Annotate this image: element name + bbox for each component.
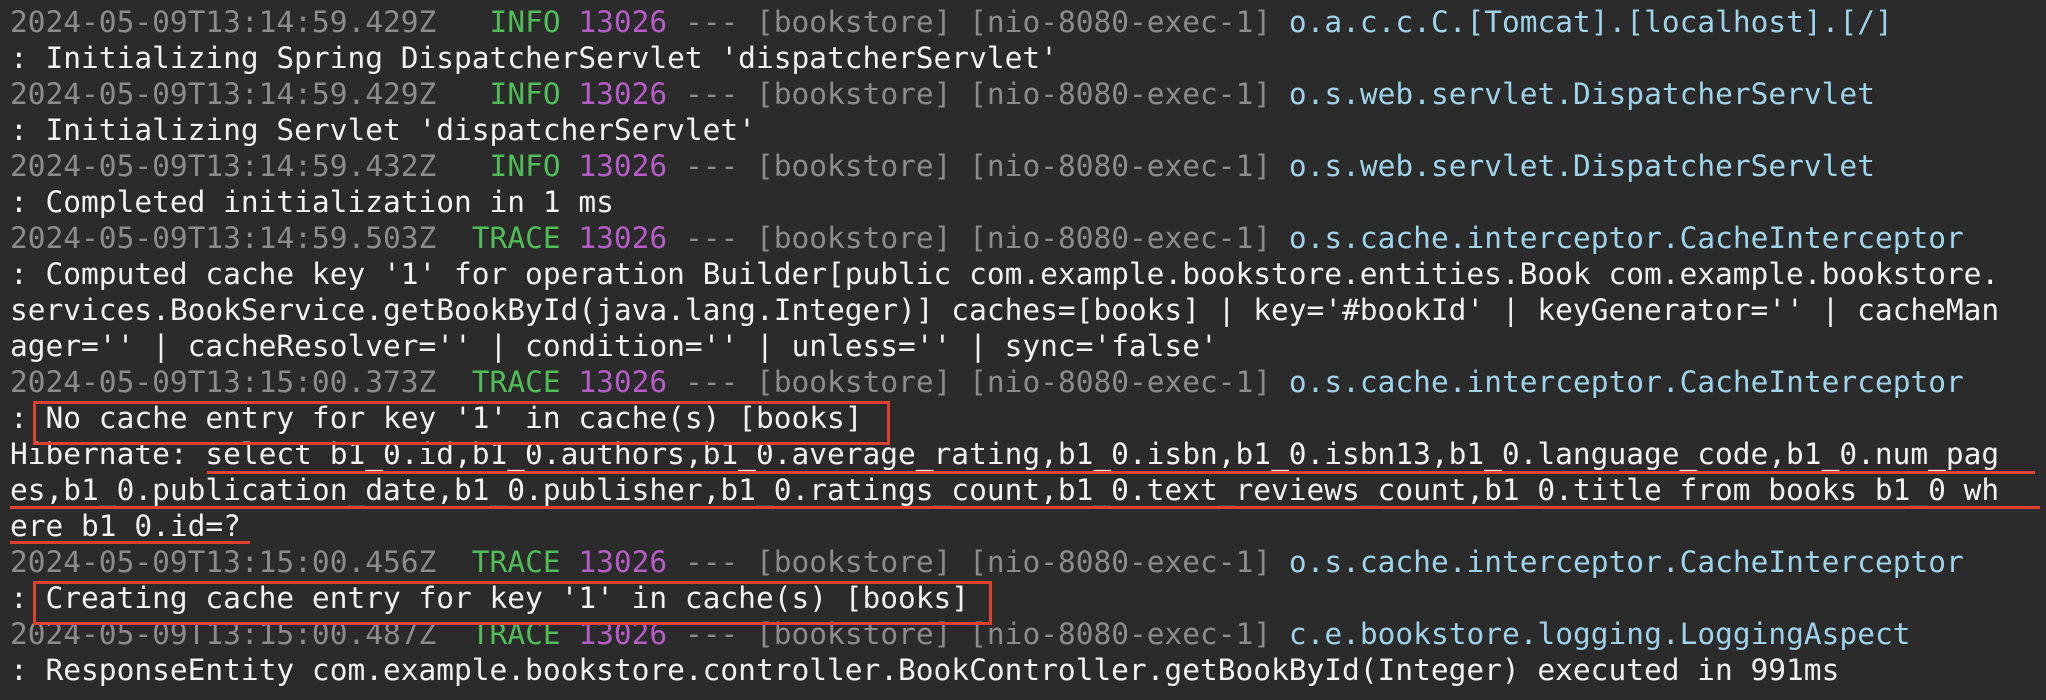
log-pid: 13026 xyxy=(578,149,668,183)
log-message-text: : Initializing Spring DispatcherServlet … xyxy=(10,41,1058,75)
log-logger-name: o.s.web.servlet.DispatcherServlet xyxy=(1288,149,1875,183)
log-message-text: : Computed cache key '1' for operation B… xyxy=(10,257,2000,291)
log-app-name: [bookstore] xyxy=(756,149,952,183)
log-header-line: 2024-05-09T13:15:00.456Z TRACE 13026 ---… xyxy=(10,544,2046,580)
log-message-line: es,b1_0.publication_date,b1_0.publisher,… xyxy=(10,472,2046,508)
log-app-name: [bookstore] xyxy=(756,365,952,399)
log-timestamp: 2024-05-09T13:14:59.429Z xyxy=(10,77,437,111)
log-thread: [nio-8080-exec-1] xyxy=(969,5,1272,39)
log-separator: --- xyxy=(684,77,739,111)
log-message-text: : Completed initialization in 1 ms xyxy=(10,185,614,219)
log-message-text: Hibernate: select b1_0.id,b1_0.authors,b… xyxy=(10,437,2000,471)
log-thread: [nio-8080-exec-1] xyxy=(969,365,1272,399)
log-message-line: services.BookService.getBookById(java.la… xyxy=(10,292,2046,328)
log-level: TRACE xyxy=(471,221,561,255)
log-message-line: Hibernate: select b1_0.id,b1_0.authors,b… xyxy=(10,436,2046,472)
log-timestamp: 2024-05-09T13:15:00.487Z xyxy=(10,617,437,651)
log-logger-name: o.s.cache.interceptor.CacheInterceptor xyxy=(1288,221,1964,255)
log-level: INFO xyxy=(471,5,561,39)
log-message-line: ager='' | cacheResolver='' | condition='… xyxy=(10,328,2046,364)
log-app-name: [bookstore] xyxy=(756,5,952,39)
log-separator: --- xyxy=(684,545,739,579)
log-message-text: : Creating cache entry for key '1' in ca… xyxy=(10,581,970,615)
log-message-text: services.BookService.getBookById(java.la… xyxy=(10,293,2000,327)
log-separator: --- xyxy=(684,149,739,183)
log-thread: [nio-8080-exec-1] xyxy=(969,617,1272,651)
log-separator: --- xyxy=(684,365,739,399)
log-header-line: 2024-05-09T13:15:00.487Z TRACE 13026 ---… xyxy=(10,616,2046,652)
log-message-line: ere b1_0.id=? xyxy=(10,508,2046,544)
log-timestamp: 2024-05-09T13:15:00.373Z xyxy=(10,365,437,399)
log-pid: 13026 xyxy=(578,77,668,111)
log-pid: 13026 xyxy=(578,5,668,39)
log-thread: [nio-8080-exec-1] xyxy=(969,221,1272,255)
log-header-line: 2024-05-09T13:14:59.429Z INFO 13026 --- … xyxy=(10,4,2046,40)
log-app-name: [bookstore] xyxy=(756,617,952,651)
log-timestamp: 2024-05-09T13:15:00.456Z xyxy=(10,545,437,579)
log-thread: [nio-8080-exec-1] xyxy=(969,149,1272,183)
log-message-line: : Initializing Servlet 'dispatcherServle… xyxy=(10,112,2046,148)
log-pid: 13026 xyxy=(578,365,668,399)
log-message-text: ere b1_0.id=? xyxy=(10,509,241,543)
log-header-line: 2024-05-09T13:14:59.429Z INFO 13026 --- … xyxy=(10,76,2046,112)
log-logger-name: o.s.web.servlet.DispatcherServlet xyxy=(1288,77,1875,111)
log-level: INFO xyxy=(471,77,561,111)
log-timestamp: 2024-05-09T13:14:59.429Z xyxy=(10,5,437,39)
log-pid: 13026 xyxy=(578,617,668,651)
log-header-line: 2024-05-09T13:14:59.503Z TRACE 13026 ---… xyxy=(10,220,2046,256)
log-message-line: : No cache entry for key '1' in cache(s)… xyxy=(10,400,2046,436)
log-separator: --- xyxy=(684,5,739,39)
log-header-line: 2024-05-09T13:14:59.432Z INFO 13026 --- … xyxy=(10,148,2046,184)
log-thread: [nio-8080-exec-1] xyxy=(969,77,1272,111)
log-app-name: [bookstore] xyxy=(756,221,952,255)
log-message-line: : Initializing Spring DispatcherServlet … xyxy=(10,40,2046,76)
log-message-text: : ResponseEntity com.example.bookstore.c… xyxy=(10,653,1840,687)
log-message-line: : Creating cache entry for key '1' in ca… xyxy=(10,580,2046,616)
log-logger-name: c.e.bookstore.logging.LoggingAspect xyxy=(1288,617,1911,651)
log-timestamp: 2024-05-09T13:14:59.503Z xyxy=(10,221,437,255)
log-message-line: : Computed cache key '1' for operation B… xyxy=(10,256,2046,292)
log-timestamp: 2024-05-09T13:14:59.432Z xyxy=(10,149,437,183)
log-message-text: : Initializing Servlet 'dispatcherServle… xyxy=(10,113,756,147)
log-logger-name: o.s.cache.interceptor.CacheInterceptor xyxy=(1288,545,1964,579)
log-logger-name: o.a.c.c.C.[Tomcat].[localhost].[/] xyxy=(1288,5,1893,39)
log-separator: --- xyxy=(684,221,739,255)
log-message-text: es,b1_0.publication_date,b1_0.publisher,… xyxy=(10,473,2000,507)
log-level: TRACE xyxy=(471,545,561,579)
log-pid: 13026 xyxy=(578,221,668,255)
log-message-text: : No cache entry for key '1' in cache(s)… xyxy=(10,401,863,435)
log-level: INFO xyxy=(471,149,561,183)
log-level: TRACE xyxy=(471,365,561,399)
log-message-text: ager='' | cacheResolver='' | condition='… xyxy=(10,329,1218,363)
log-logger-name: o.s.cache.interceptor.CacheInterceptor xyxy=(1288,365,1964,399)
terminal-output: 2024-05-09T13:14:59.429Z INFO 13026 --- … xyxy=(0,0,2046,700)
log-header-line: 2024-05-09T13:15:00.373Z TRACE 13026 ---… xyxy=(10,364,2046,400)
log-separator: --- xyxy=(684,617,739,651)
log-message-line: : ResponseEntity com.example.bookstore.c… xyxy=(10,652,2046,688)
log-message-line: : Completed initialization in 1 ms xyxy=(10,184,2046,220)
log-lines: 2024-05-09T13:14:59.429Z INFO 13026 --- … xyxy=(10,4,2046,688)
log-thread: [nio-8080-exec-1] xyxy=(969,545,1272,579)
log-app-name: [bookstore] xyxy=(756,77,952,111)
log-app-name: [bookstore] xyxy=(756,545,952,579)
log-pid: 13026 xyxy=(578,545,668,579)
log-level: TRACE xyxy=(471,617,561,651)
